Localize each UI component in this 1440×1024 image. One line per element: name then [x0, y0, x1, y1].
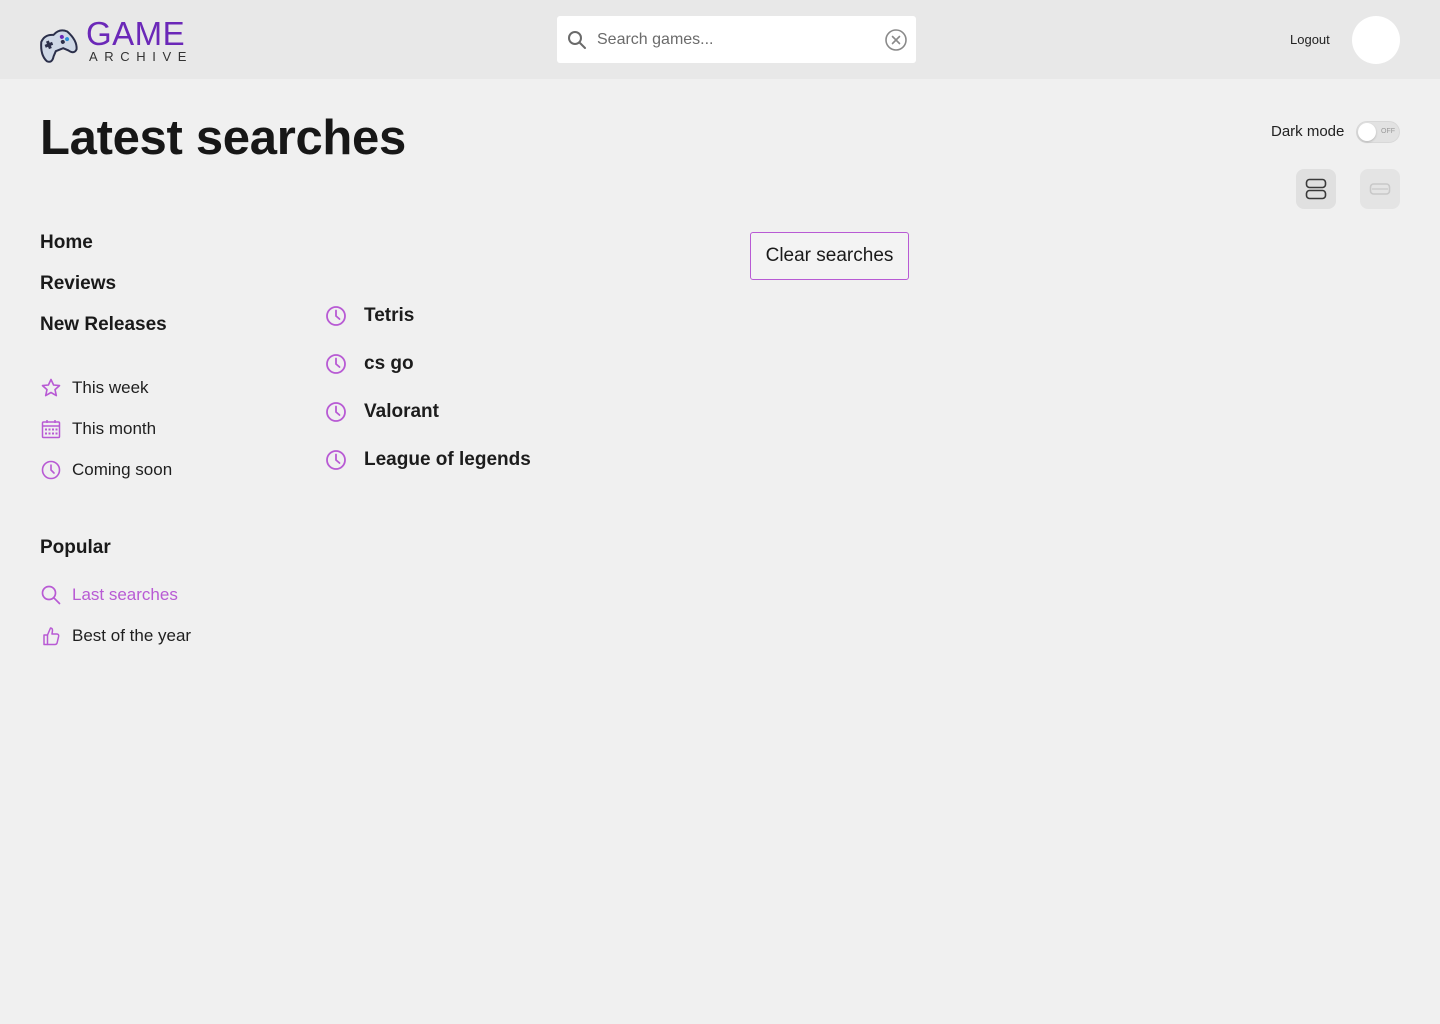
top-bar: GAME ARCHIVE Logout [0, 0, 1440, 79]
search-icon [41, 585, 61, 605]
nav-new-releases[interactable]: New Releases [40, 314, 167, 336]
sidebar-item-coming-soon[interactable]: Coming soon [40, 458, 240, 482]
gamepad-icon [40, 29, 78, 63]
search-history-label: cs go [364, 353, 414, 374]
search-history-label: Tetris [364, 305, 415, 326]
clock-icon [41, 460, 61, 480]
search-history-item[interactable]: Valorant [324, 399, 644, 425]
sidebar-item-last-searches[interactable]: Last searches [40, 583, 240, 607]
list-view-button[interactable] [1296, 169, 1336, 209]
list-view-icon [1305, 178, 1327, 200]
nav-reviews[interactable]: Reviews [40, 273, 116, 295]
avatar[interactable] [1352, 16, 1400, 64]
sidebar-item-label: Last searches [72, 585, 178, 604]
clear-searches-button[interactable]: Clear searches [750, 232, 909, 280]
sidebar-item-this-month[interactable]: This month [40, 417, 240, 441]
sidebar-item-label: This week [72, 378, 149, 397]
logo[interactable]: GAME ARCHIVE [36, 15, 196, 66]
page-title: Latest searches [40, 111, 406, 165]
toggle-knob [1358, 123, 1376, 141]
clock-icon [326, 402, 346, 422]
search-history-label: League of legends [364, 449, 531, 470]
popular-heading: Popular [40, 537, 111, 558]
logo-title: GAME [86, 15, 186, 52]
search-bar [557, 16, 916, 63]
clock-icon [326, 306, 346, 326]
dark-mode-label: Dark mode [1271, 123, 1345, 140]
clock-icon [326, 450, 346, 470]
search-history-label: Valorant [364, 401, 439, 422]
dark-mode-toggle[interactable]: OFF [1356, 121, 1400, 143]
clear-search-icon[interactable] [884, 28, 908, 52]
star-icon [41, 378, 61, 397]
nav-home[interactable]: Home [40, 232, 93, 254]
search-icon [568, 31, 586, 49]
logout-link[interactable]: Logout [1290, 31, 1330, 48]
search-history-item[interactable]: cs go [324, 351, 644, 377]
logo-subtitle: ARCHIVE [89, 49, 193, 64]
sidebar-item-label: Best of the year [72, 626, 192, 645]
search-history-item[interactable]: Tetris [324, 303, 644, 329]
sidebar-item-label: Coming soon [72, 460, 173, 479]
calendar-icon [41, 420, 61, 439]
toggle-state: OFF [1381, 128, 1395, 135]
search-input[interactable] [597, 24, 877, 55]
search-history-item[interactable]: League of legends [324, 447, 644, 473]
single-view-button[interactable] [1360, 169, 1400, 209]
thumbs-up-icon [43, 627, 60, 646]
sidebar-item-best-of-the-year[interactable]: Best of the year [40, 624, 240, 648]
sidebar-item-this-week[interactable]: This week [40, 376, 240, 400]
sidebar-item-label: This month [72, 419, 157, 438]
clock-icon [326, 354, 346, 374]
single-view-icon [1369, 183, 1391, 195]
